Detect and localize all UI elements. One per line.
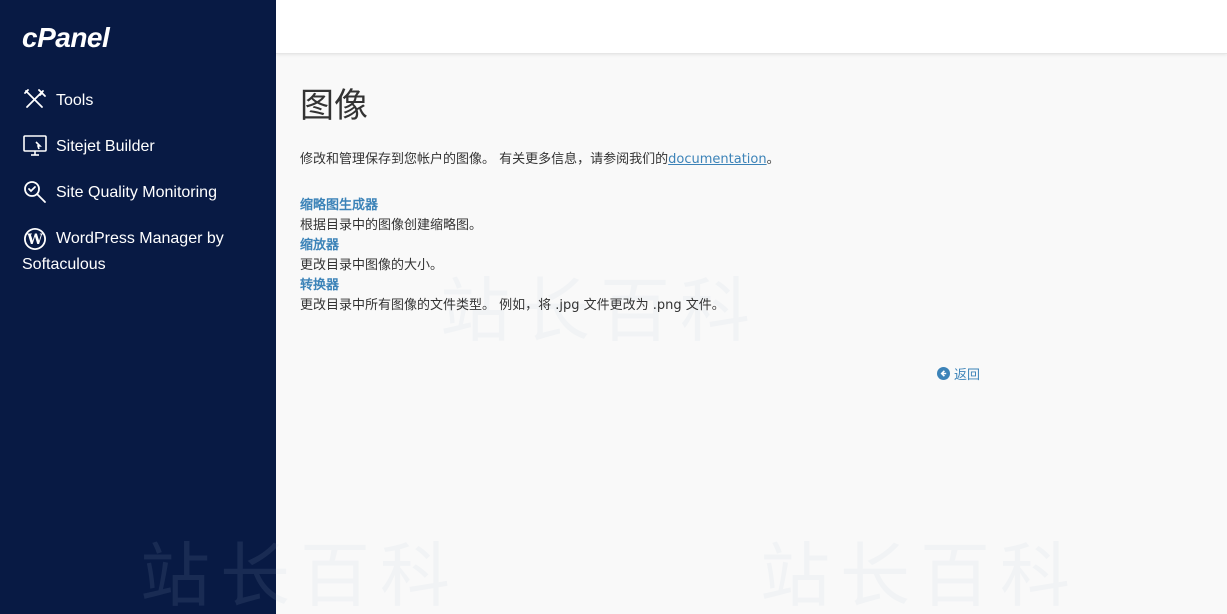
sidebar-item-label: Tools [56, 92, 94, 109]
description-text: 修改和管理保存到您帐户的图像。 有关更多信息，请参阅我们的 [300, 152, 669, 167]
sidebar-item-tools[interactable]: Tools [0, 78, 276, 124]
feature-list: 缩略图生成器 根据目录中的图像创建缩略图。 缩放器 更改目录中图像的大小。 转换… [300, 196, 725, 316]
sidebar-item-label: Sitejet Builder [56, 138, 155, 155]
search-check-icon [22, 179, 48, 205]
scaler-link[interactable]: 缩放器 [300, 236, 725, 256]
cpanel-logo[interactable]: cPanel [22, 22, 110, 54]
sidebar: cPanel Tools Sitejet Builder Site Qualit… [0, 0, 276, 614]
page-description: 修改和管理保存到您帐户的图像。 有关更多信息，请参阅我们的documentati… [300, 148, 780, 167]
converter-description: 更改目录中所有图像的文件类型。 例如，将 .jpg 文件更改为 .png 文件。 [300, 298, 725, 313]
monitor-icon [22, 133, 48, 159]
arrow-left-circle-icon [937, 367, 950, 380]
watermark: 站长百科 [760, 535, 1080, 614]
sidebar-nav: Tools Sitejet Builder Site Quality Monit… [0, 78, 276, 296]
converter-link[interactable]: 转换器 [300, 276, 725, 296]
sidebar-item-label: Site Quality Monitoring [56, 184, 217, 201]
top-header-bar [276, 0, 1227, 54]
tools-icon [22, 87, 48, 113]
svg-text:W: W [26, 232, 43, 248]
documentation-link[interactable]: documentation [668, 152, 766, 167]
thumbnailer-description: 根据目录中的图像创建缩略图。 [300, 218, 483, 233]
description-suffix: 。 [766, 152, 780, 167]
scaler-description: 更改目录中图像的大小。 [300, 258, 444, 273]
sidebar-item-wordpress[interactable]: W WordPress Manager by Softaculous [0, 216, 276, 296]
wordpress-icon: W [22, 226, 48, 252]
back-link[interactable]: 返回 [937, 364, 980, 383]
sidebar-item-site-quality[interactable]: Site Quality Monitoring [0, 170, 276, 216]
thumbnailer-link[interactable]: 缩略图生成器 [300, 196, 725, 216]
page-title: 图像 [300, 86, 368, 126]
sidebar-item-sitejet[interactable]: Sitejet Builder [0, 124, 276, 170]
back-label: 返回 [954, 368, 981, 383]
